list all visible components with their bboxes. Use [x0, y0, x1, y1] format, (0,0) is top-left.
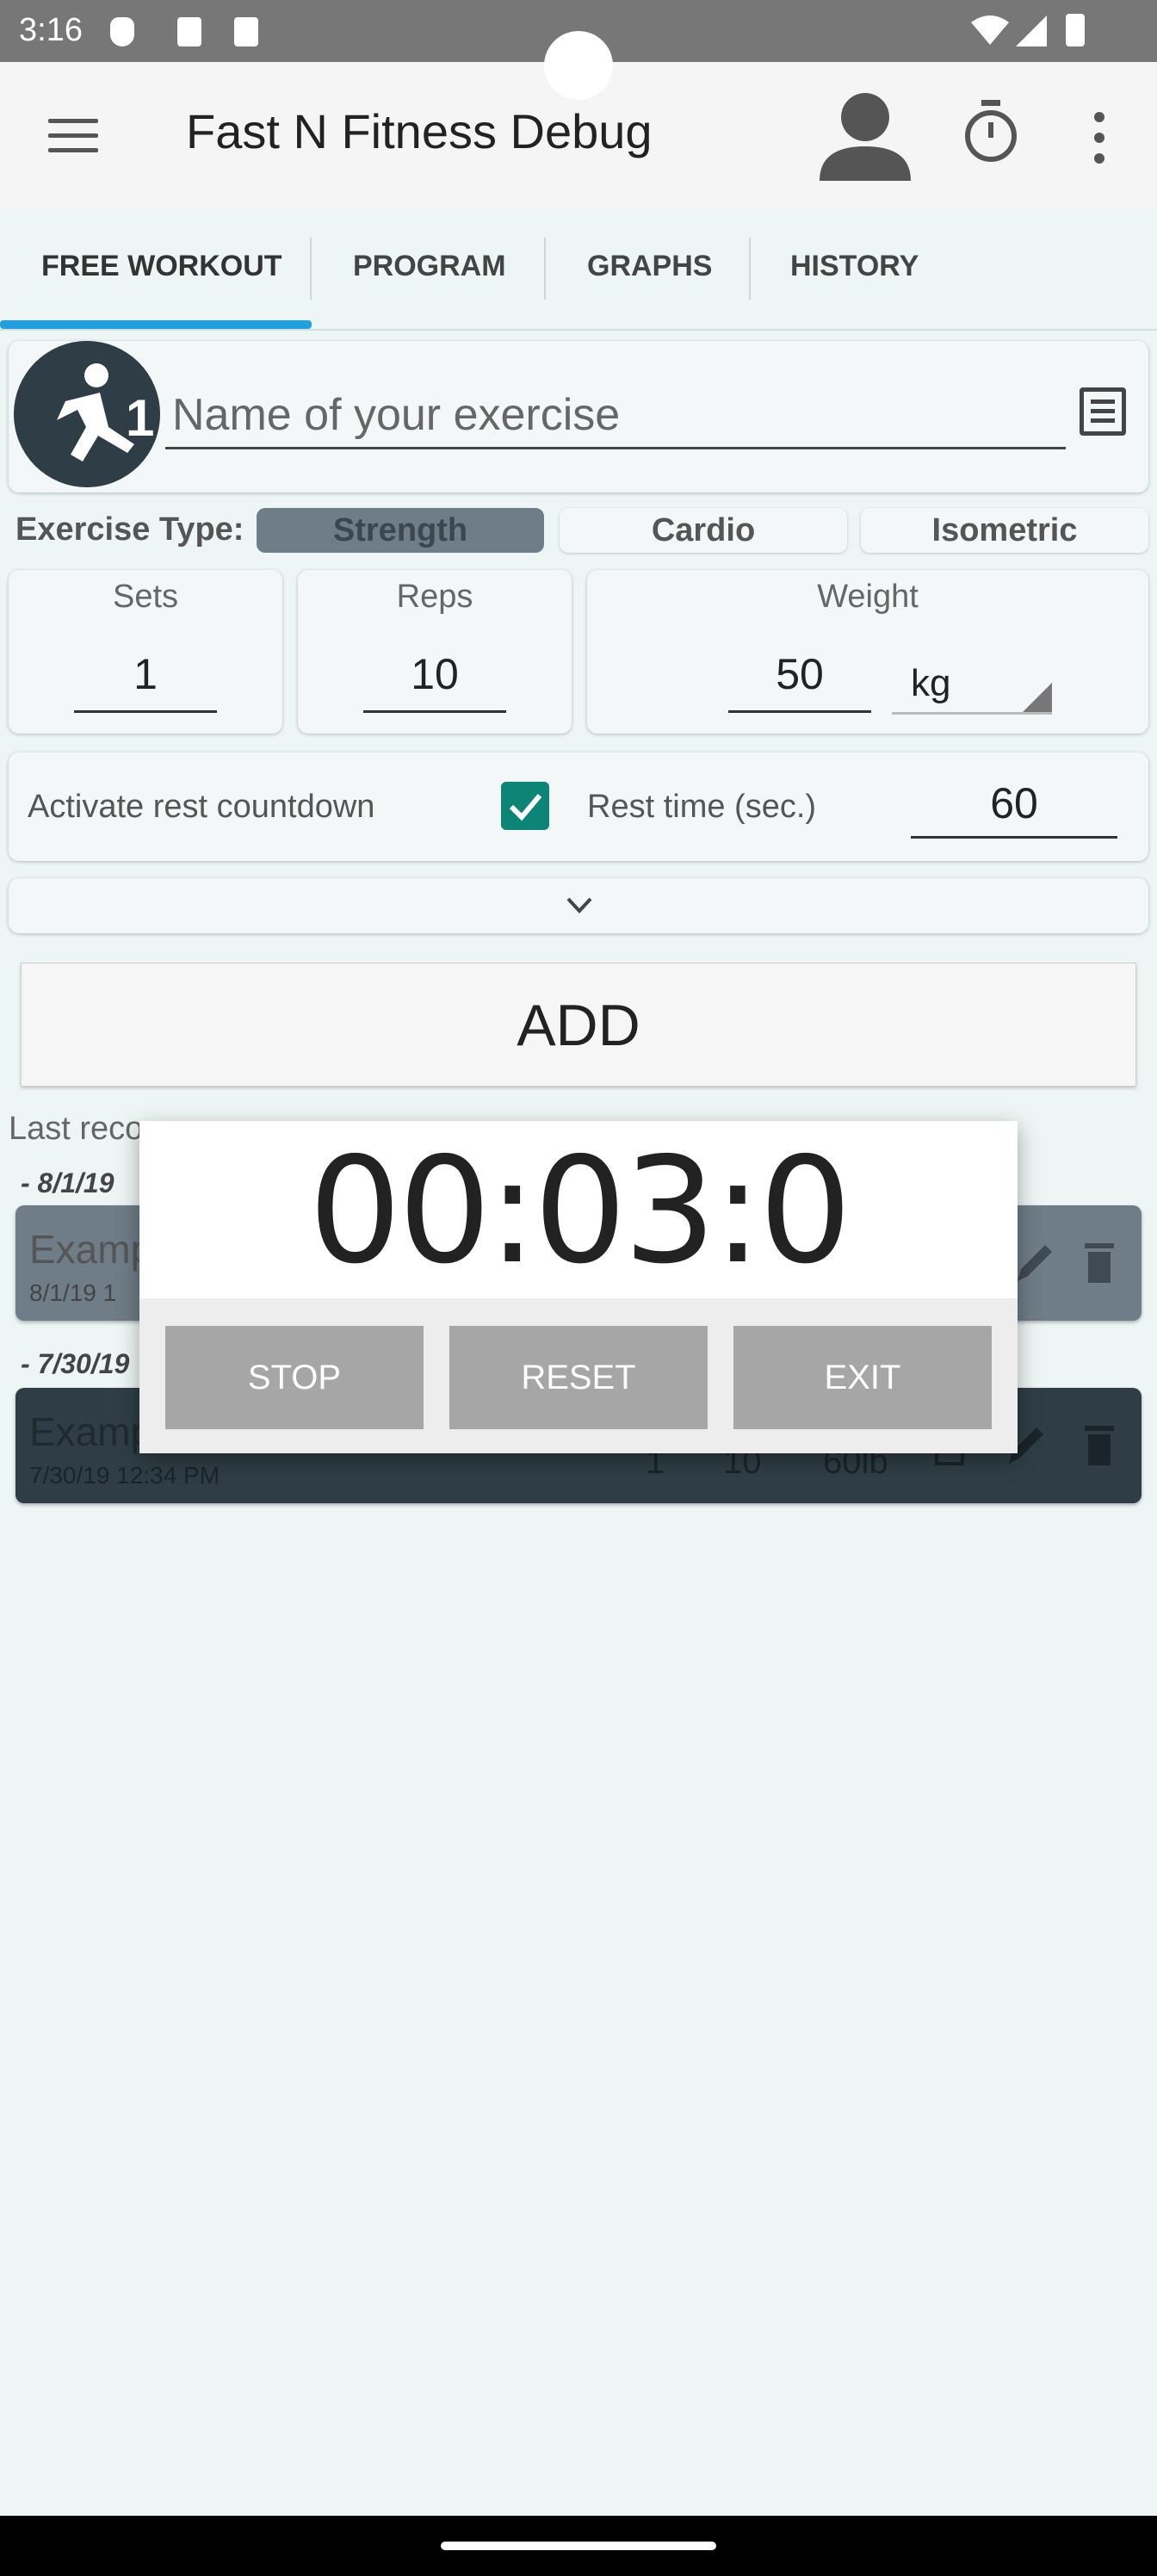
tab-divider	[310, 238, 312, 300]
tab-graphs[interactable]: GRAPHS	[587, 250, 712, 283]
tab-bar: FREE WORKOUT PROGRAM GRAPHS HISTORY	[0, 207, 1157, 331]
exercise-type-label: Exercise Type:	[15, 511, 244, 548]
delete-icon[interactable]	[1080, 1240, 1119, 1285]
sd-card-status-icon	[177, 17, 201, 46]
wifi-icon	[971, 15, 1009, 45]
tab-divider	[749, 238, 751, 300]
record-name: Examp	[29, 1227, 153, 1272]
reps-input[interactable]: 10	[363, 649, 506, 713]
dropdown-arrow-icon	[1023, 683, 1052, 712]
record-date: - 7/30/19	[21, 1348, 130, 1379]
shield-status-icon	[110, 17, 134, 46]
reps-label: Reps	[396, 579, 473, 615]
more-options-icon[interactable]	[1086, 110, 1112, 165]
edit-icon[interactable]	[1014, 1240, 1054, 1285]
type-cardio-button[interactable]: Cardio	[560, 508, 847, 553]
status-time: 3:16	[19, 12, 83, 48]
record-time: 8/1/19 1	[29, 1279, 117, 1306]
signal-icon	[1016, 15, 1047, 46]
rest-card: Activate rest countdown Rest time (sec.)…	[9, 752, 1148, 861]
stopwatch-icon[interactable]	[962, 100, 1019, 164]
profile-icon[interactable]	[820, 91, 911, 181]
unit-value: kg	[911, 662, 951, 704]
chevron-down-icon	[566, 897, 592, 913]
rest-time-input[interactable]: 60	[911, 778, 1117, 839]
menu-icon[interactable]	[48, 119, 98, 153]
exercise-card: 1 Name of your exercise	[9, 341, 1148, 492]
type-strength-button[interactable]: Strength	[257, 508, 544, 553]
add-button[interactable]: ADD	[21, 963, 1136, 1087]
font-status-icon	[234, 17, 258, 46]
weight-label: Weight	[817, 579, 919, 615]
tab-free-workout[interactable]: FREE WORKOUT	[41, 250, 282, 283]
record-name: Examp	[29, 1409, 153, 1454]
navigation-bar	[0, 2516, 1157, 2576]
exercise-name-input[interactable]: Name of your exercise	[165, 389, 1066, 449]
type-isometric-button[interactable]: Isometric	[861, 508, 1148, 553]
record-time: 7/30/19 12:34 PM	[29, 1462, 220, 1489]
stop-button[interactable]: STOP	[165, 1326, 424, 1429]
exit-button[interactable]: EXIT	[733, 1326, 992, 1429]
svg-text:1: 1	[126, 389, 154, 447]
tab-history[interactable]: HISTORY	[790, 250, 919, 283]
reps-card: Reps 10	[298, 570, 572, 734]
tab-indicator	[0, 320, 312, 329]
last-records-label: Last reco	[9, 1111, 144, 1147]
record-date: - 8/1/19	[21, 1167, 114, 1198]
rest-countdown-label: Activate rest countdown	[28, 789, 375, 825]
unit-select[interactable]: kg	[892, 656, 1052, 715]
sets-card: Sets 1	[9, 570, 282, 734]
timer-dialog: 00:03:0 STOP RESET EXIT	[139, 1121, 1018, 1453]
weight-card: Weight 50 kg	[587, 570, 1148, 734]
timer-display: 00:03:0	[139, 1121, 1018, 1298]
delete-icon[interactable]	[1080, 1422, 1119, 1467]
tab-program[interactable]: PROGRAM	[353, 250, 506, 283]
expand-options-bar[interactable]	[9, 878, 1148, 933]
battery-icon	[1066, 14, 1085, 46]
exercise-list-icon[interactable]	[1080, 387, 1126, 436]
sets-input[interactable]: 1	[74, 649, 217, 713]
sets-label: Sets	[112, 579, 179, 615]
app-title: Fast N Fitness Debug	[186, 104, 653, 158]
rest-time-label: Rest time (sec.)	[587, 789, 817, 825]
rest-countdown-checkbox[interactable]	[501, 782, 549, 830]
camera-cutout	[544, 31, 613, 100]
reset-button[interactable]: RESET	[449, 1326, 708, 1429]
home-gesture-handle[interactable]	[441, 2542, 716, 2550]
exercise-avatar-icon[interactable]: 1	[14, 341, 160, 487]
tab-divider	[544, 238, 546, 300]
weight-input[interactable]: 50	[728, 649, 871, 713]
